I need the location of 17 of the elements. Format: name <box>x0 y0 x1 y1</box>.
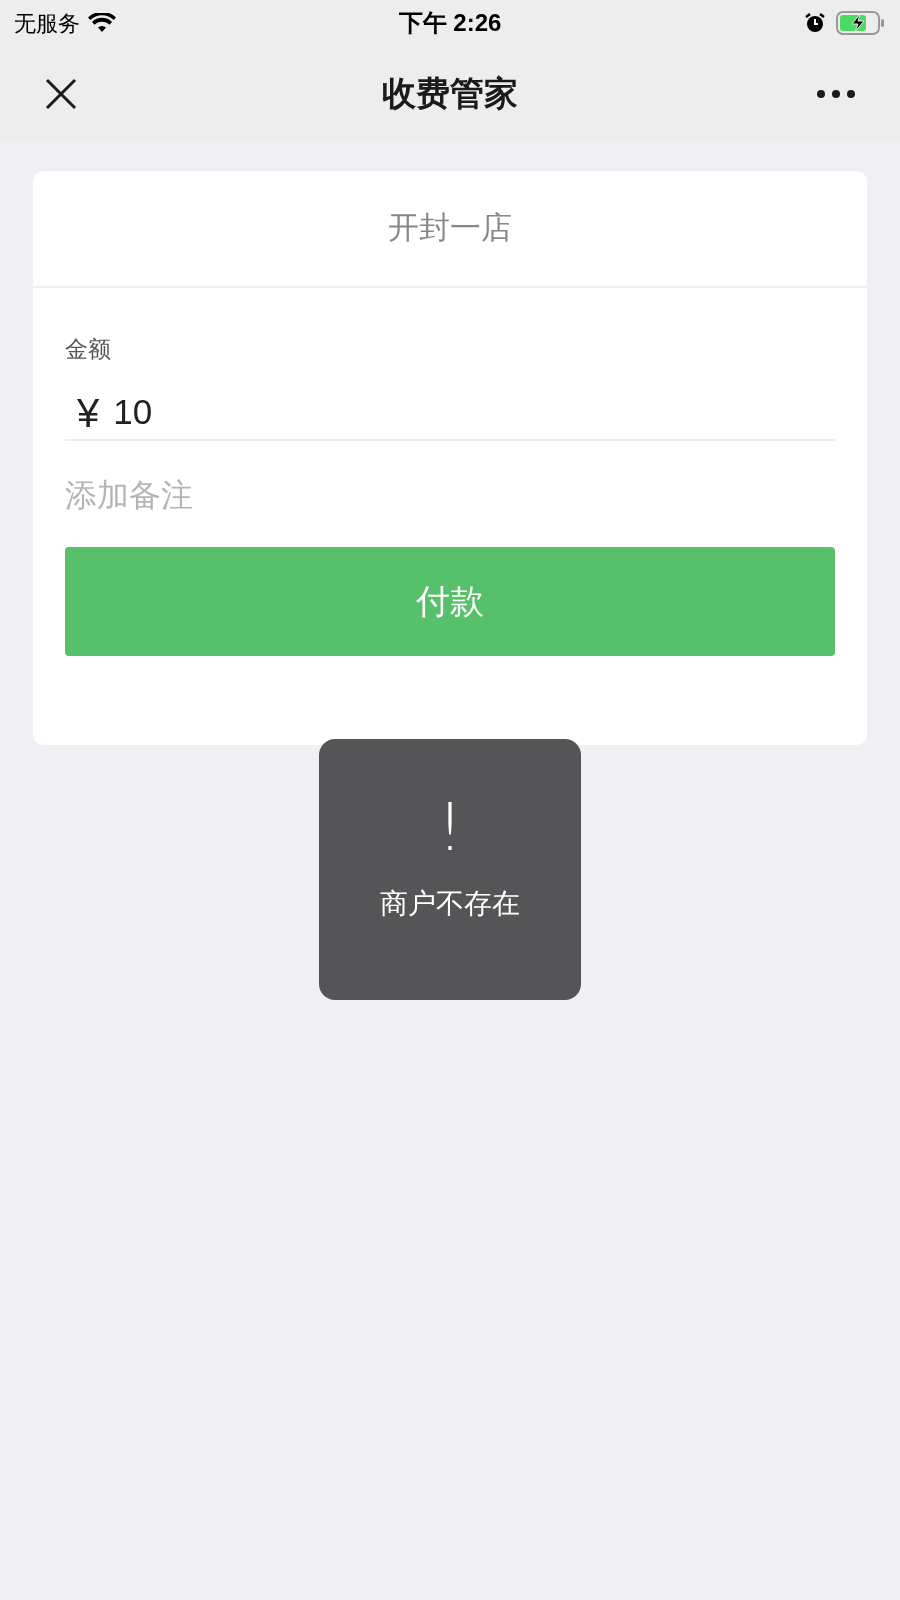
toast-message: 商户不存在 <box>380 887 520 921</box>
wifi-icon <box>88 13 116 33</box>
more-icon <box>816 88 856 99</box>
amount-value: 10 <box>113 391 153 434</box>
close-button[interactable] <box>44 76 78 111</box>
battery-icon <box>836 11 886 35</box>
warning-icon: ! <box>436 795 464 861</box>
close-icon <box>45 77 77 110</box>
store-name: 开封一店 <box>388 209 512 248</box>
carrier-text: 无服务 <box>14 9 80 38</box>
amount-label: 金额 <box>65 336 111 362</box>
page-title: 收费管家 <box>382 73 518 114</box>
currency-symbol: ¥ <box>77 389 100 437</box>
alarm-clock-icon <box>804 12 826 34</box>
remark-field[interactable]: 添加备注 <box>65 470 835 519</box>
status-time: 下午 2:26 <box>398 8 502 38</box>
amount-field[interactable]: ¥ 10 <box>65 386 835 441</box>
